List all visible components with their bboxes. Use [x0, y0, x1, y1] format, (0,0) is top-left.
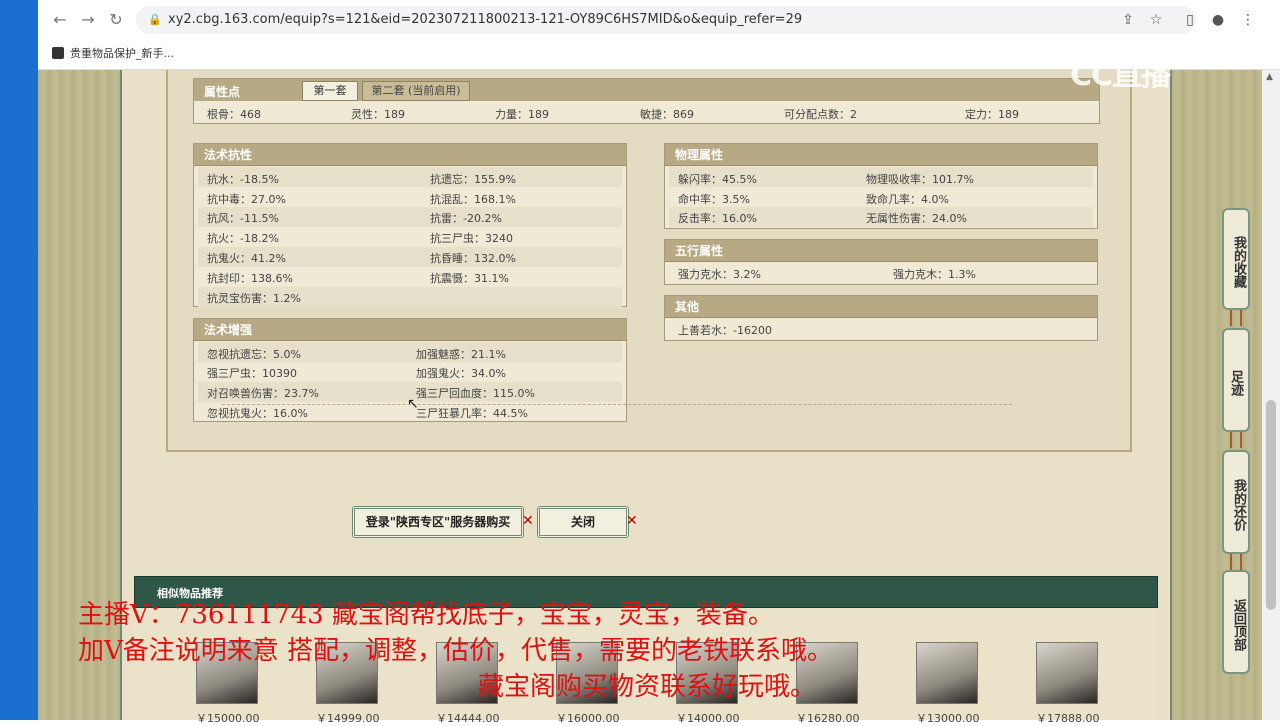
cc-live-logo: CC直播 — [1070, 58, 1171, 93]
phys-absorb: 物理吸收率：101.7% — [866, 173, 974, 186]
sidepanel-icon[interactable]: ▯ — [1180, 10, 1200, 30]
tab-set-2[interactable]: 第二套 (当前启用) — [362, 81, 470, 101]
resist-wind: 抗风：-11.5% — [207, 212, 279, 225]
similar-item-avatar[interactable] — [1036, 642, 1098, 704]
similar-item-price: ￥17888.00 — [1036, 712, 1100, 725]
mouse-cursor-icon: ↖ — [407, 396, 419, 412]
bookmark-label: 贵重物品保护_新手... — [70, 47, 174, 60]
resist-seal: 抗封印：138.6% — [207, 272, 293, 285]
stat-focus: 定力：189 — [965, 108, 1019, 121]
resist-fire: 抗火：-18.2% — [207, 232, 279, 245]
boost-charm: 加强魅惑：21.1% — [416, 348, 506, 361]
url-text: xy2.cbg.163.com/equip?s=121&eid=20230721… — [168, 12, 803, 27]
back-to-top-button[interactable]: 返回顶部 — [1222, 570, 1250, 674]
overlay-line-2: 加V备注说明来意 搭配，调整，估价，代售，需要的老铁联系哦。 — [78, 636, 834, 666]
resist-lingbao: 抗灵宝伤害：1.2% — [207, 292, 301, 305]
element-wood: 强力克木：1.3% — [893, 268, 976, 281]
phys-crit: 致命几率：4.0% — [866, 193, 949, 206]
other-shangshan: 上善若水：-16200 — [678, 324, 772, 337]
stat-agility: 敏捷：869 — [640, 108, 694, 121]
resist-ghost-fire: 抗鬼火：41.2% — [207, 252, 286, 265]
tab-set-1[interactable]: 第一套 — [302, 81, 358, 101]
window-border-left — [0, 0, 38, 720]
resist-forget: 抗遗忘：155.9% — [430, 173, 516, 186]
boost-ignore-ghost-fire: 忽视抗鬼火：16.0% — [207, 407, 308, 420]
side-connector — [1230, 432, 1242, 448]
my-bargain-button[interactable]: 我的还价 — [1222, 450, 1250, 554]
divider — [222, 404, 1012, 405]
bookmark-favicon-icon — [52, 47, 64, 59]
physical-title: 物理属性 — [665, 144, 1097, 166]
side-connector — [1230, 554, 1242, 570]
boost-ghost-fire: 加强鬼火：34.0% — [416, 367, 506, 380]
share-icon[interactable]: ⇪ — [1118, 10, 1138, 30]
star-icon[interactable]: ☆ — [1146, 10, 1166, 30]
stat-spirit: 灵性：189 — [351, 108, 405, 121]
boost-summon-damage: 对召唤兽伤害：23.7% — [207, 387, 319, 400]
resist-water: 抗水：-18.5% — [207, 173, 279, 186]
magic-resist-title: 法术抗性 — [194, 144, 626, 166]
phys-counter: 反击率：16.0% — [678, 212, 757, 225]
similar-item-price: ￥15000.00 — [196, 712, 260, 725]
stat-constitution: 根骨：468 — [207, 108, 261, 121]
similar-item-price: ￥14999.00 — [316, 712, 380, 725]
boost-corpse-worm: 强三尸虫：10390 — [207, 367, 297, 380]
boost-corpse-heal: 强三尸回血度：115.0% — [416, 387, 535, 400]
resist-poison: 抗中毒：27.0% — [207, 193, 286, 206]
element-water: 强力克水：3.2% — [678, 268, 761, 281]
stat-free-points: 可分配点数：2 — [784, 108, 857, 121]
other-title: 其他 — [665, 296, 1097, 318]
resist-deter: 抗震慑：31.1% — [430, 272, 509, 285]
similar-item-avatar[interactable] — [916, 642, 978, 704]
scroll-up-icon[interactable]: ▲ — [1266, 72, 1273, 82]
resist-chaos: 抗混乱：168.1% — [430, 193, 516, 206]
reload-icon[interactable]: ↻ — [106, 10, 126, 30]
magic-boost-title: 法术增强 — [194, 319, 626, 341]
phys-neutral-damage: 无属性伤害：24.0% — [866, 212, 967, 225]
similar-item-price: ￥14444.00 — [436, 712, 500, 725]
login-buy-button[interactable]: 登录"陕西专区"服务器购买 — [352, 506, 524, 538]
overlay-line-1: 主播V：736111743 藏宝阁帮找底子，宝宝，灵宝，装备。 — [78, 600, 774, 630]
close-x-icon: ✕ — [522, 513, 534, 529]
bookmark-item[interactable]: 贵重物品保护_新手... — [52, 45, 174, 61]
similar-item-price: ￥16000.00 — [556, 712, 620, 725]
resist-thunder: 抗雷：-20.2% — [430, 212, 502, 225]
menu-icon[interactable]: ⋮ — [1238, 10, 1258, 30]
five-elements-title: 五行属性 — [665, 240, 1097, 262]
boost-corpse-frenzy: 三尸狂暴几率：44.5% — [416, 407, 528, 420]
side-connector — [1230, 310, 1242, 326]
profile-icon[interactable]: ● — [1208, 10, 1228, 30]
boost-ignore-forget: 忽视抗遗忘：5.0% — [207, 348, 301, 361]
stat-strength: 力量：189 — [495, 108, 549, 121]
resist-sleep: 抗昏睡：132.0% — [430, 252, 516, 265]
history-button[interactable]: 足迹 — [1222, 328, 1250, 432]
close-x-icon: ✕ — [626, 513, 638, 529]
close-button[interactable]: 关闭 — [537, 506, 629, 538]
back-icon[interactable]: ← — [50, 10, 70, 30]
phys-dodge: 躲闪率：45.5% — [678, 173, 757, 186]
lock-icon: 🔒 — [148, 13, 162, 26]
attribute-title: 属性点 — [204, 85, 241, 99]
scrollbar-thumb[interactable] — [1266, 400, 1276, 610]
similar-item-price: ￥13000.00 — [916, 712, 980, 725]
similar-item-price: ￥14000.00 — [676, 712, 740, 725]
address-bar[interactable]: 🔒 xy2.cbg.163.com/equip?s=121&eid=202307… — [136, 6, 1196, 34]
resist-corpse-worm: 抗三尸虫：3240 — [430, 232, 513, 245]
forward-icon[interactable]: → — [78, 10, 98, 30]
similar-item-price: ￥16280.00 — [796, 712, 860, 725]
scrollbar[interactable]: ▲ — [1262, 70, 1280, 720]
phys-hit: 命中率：3.5% — [678, 193, 750, 206]
browser-toolbar: ← → ↻ 🔒 xy2.cbg.163.com/equip?s=121&eid=… — [38, 0, 1280, 40]
overlay-line-3: 藏宝阁购买物资联系好玩哦。 — [478, 672, 817, 702]
my-favorites-button[interactable]: 我的收藏 — [1222, 208, 1250, 310]
